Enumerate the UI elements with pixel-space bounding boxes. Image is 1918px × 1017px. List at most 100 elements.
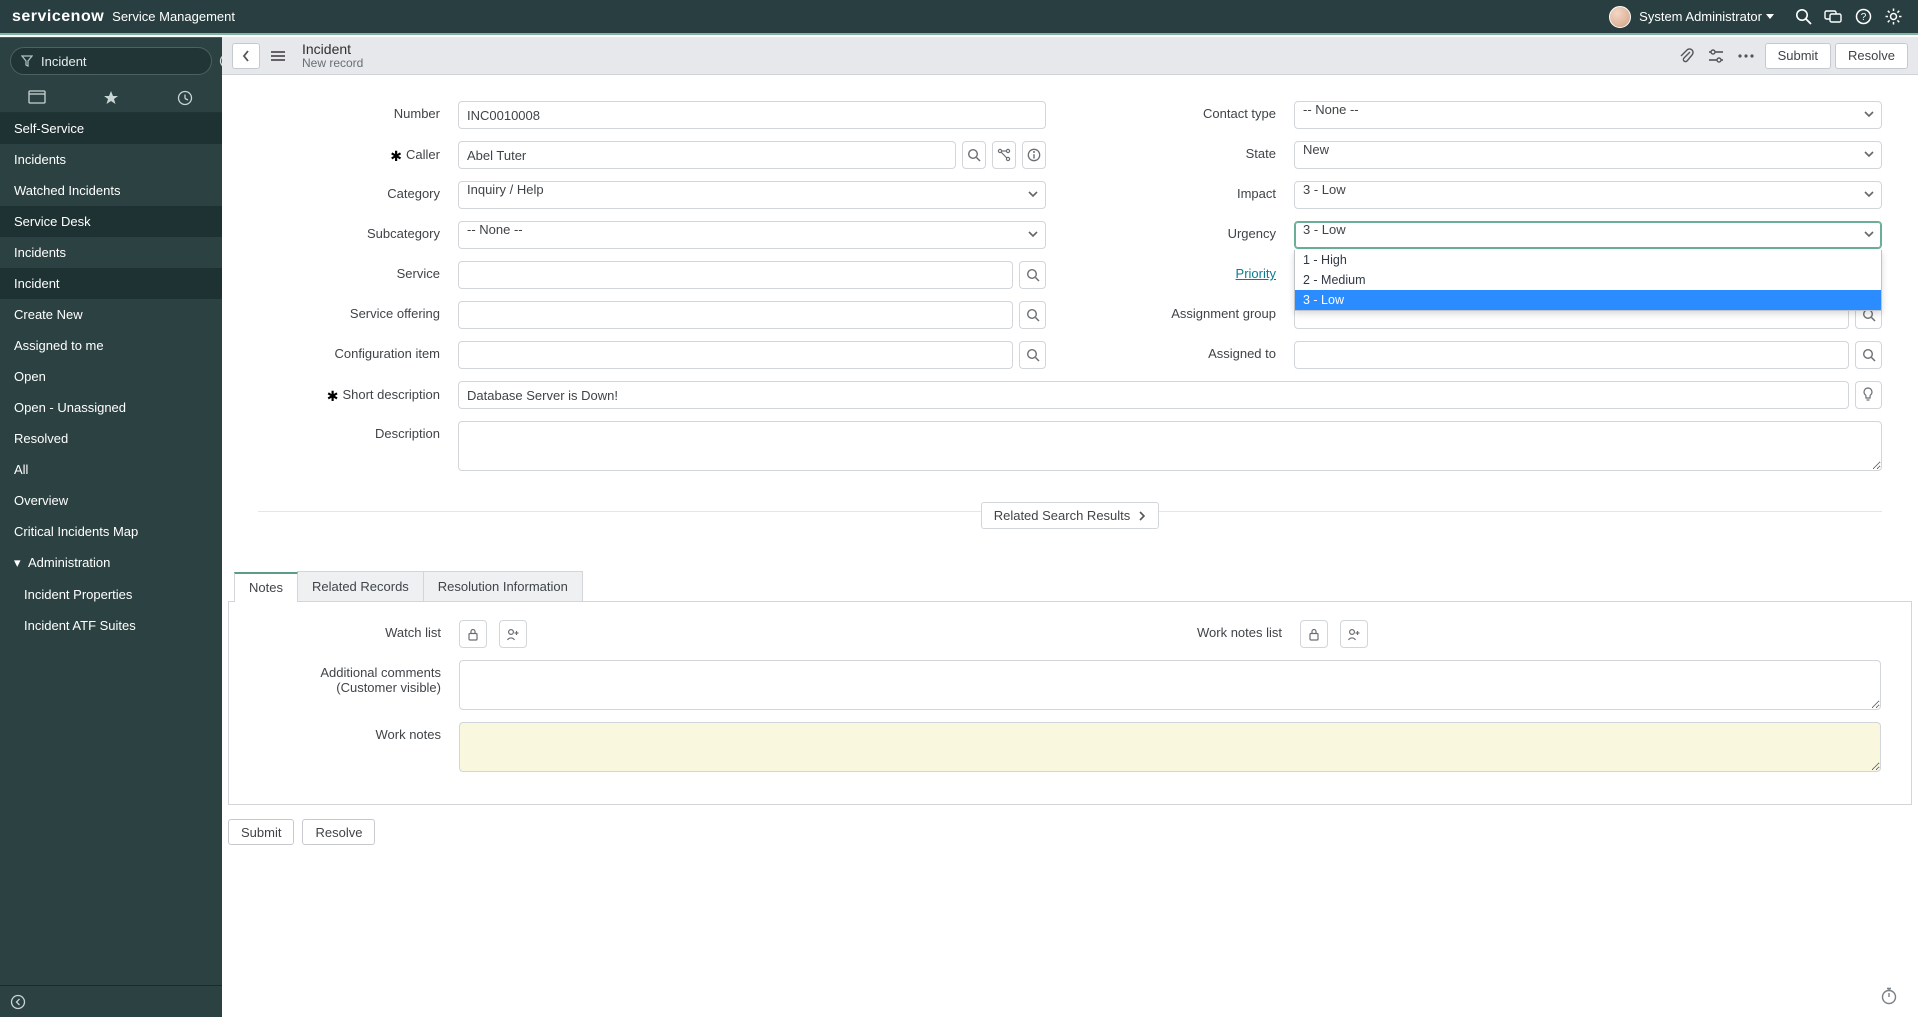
nav-item-create-new[interactable]: Create New [0, 299, 222, 330]
state-select[interactable]: New [1294, 141, 1882, 169]
description-field[interactable] [458, 421, 1882, 471]
label-short-description: ✱Short description [258, 381, 458, 403]
nav-filter[interactable] [10, 47, 212, 75]
watch-lock-button[interactable] [459, 620, 487, 648]
urgency-option-high[interactable]: 1 - High [1295, 250, 1881, 270]
service-lookup-button[interactable] [1019, 261, 1046, 289]
label-category: Category [258, 181, 458, 201]
funnel-icon [21, 55, 33, 67]
add-user-icon [1347, 628, 1361, 641]
label-number: Number [258, 101, 458, 121]
nav-section-incident[interactable]: Incident [0, 268, 222, 299]
related-search-toggle[interactable]: Related Search Results [981, 502, 1160, 529]
service-offering-lookup-button[interactable] [1019, 301, 1046, 329]
back-button[interactable] [232, 43, 260, 69]
nav-item-all[interactable]: All [0, 454, 222, 485]
nav-section-self-service[interactable]: Self-Service [0, 113, 222, 144]
resolve-button[interactable]: Resolve [302, 819, 375, 845]
assigned-to-field[interactable] [1294, 341, 1849, 369]
label-assigned-to: Assigned to [1094, 341, 1294, 361]
svg-text:?: ? [1860, 12, 1866, 23]
help-button[interactable]: ? [1848, 2, 1878, 32]
gear-icon [1885, 8, 1902, 25]
contact-type-select[interactable]: -- None -- [1294, 101, 1882, 129]
chat-button[interactable] [1818, 2, 1848, 32]
nav-item-critical-map[interactable]: Critical Incidents Map [0, 516, 222, 547]
header-resolve-button[interactable]: Resolve [1835, 43, 1908, 69]
top-banner: servicenow Service Management System Adm… [0, 0, 1918, 35]
label-watch-list: Watch list [259, 620, 459, 640]
caller-preview-button[interactable] [992, 141, 1016, 169]
nav-section-administration[interactable]: ▾Administration [0, 547, 222, 579]
nav-section-service-desk[interactable]: Service Desk [0, 206, 222, 237]
attachments-button[interactable] [1671, 43, 1701, 69]
nav-tab-history[interactable] [165, 90, 205, 106]
assigned-to-lookup-button[interactable] [1855, 341, 1882, 369]
add-user-icon [506, 628, 520, 641]
tab-body-notes: Watch list Work notes list Add [228, 602, 1912, 805]
nav-collapse[interactable] [0, 985, 222, 1017]
menu-icon [269, 49, 287, 63]
work-notes-field[interactable] [459, 722, 1881, 772]
service-field[interactable] [458, 261, 1013, 289]
caller-field[interactable] [458, 141, 956, 169]
settings-button[interactable] [1878, 2, 1908, 32]
submit-button[interactable]: Submit [228, 819, 294, 845]
nav-item-open[interactable]: Open [0, 361, 222, 392]
nav-item-incident-atf[interactable]: Incident ATF Suites [0, 610, 222, 641]
number-field[interactable] [458, 101, 1046, 129]
urgency-option-medium[interactable]: 2 - Medium [1295, 270, 1881, 290]
nav-tab-all[interactable] [17, 90, 57, 106]
nav-item-watched-incidents[interactable]: Watched Incidents [0, 175, 222, 206]
urgency-option-low[interactable]: 3 - Low [1295, 290, 1881, 310]
search-icon [1026, 348, 1040, 362]
user-name[interactable]: System Administrator [1639, 9, 1762, 24]
watch-add-me-button[interactable] [499, 620, 527, 648]
personalize-form-button[interactable] [1701, 43, 1731, 69]
help-icon: ? [1855, 8, 1872, 25]
additional-comments-field[interactable] [459, 660, 1881, 710]
global-search-button[interactable] [1788, 2, 1818, 32]
label-description: Description [258, 421, 458, 441]
left-nav: Self-Service Incidents Watched Incidents… [0, 37, 222, 1017]
worknotes-add-me-button[interactable] [1340, 620, 1368, 648]
tab-notes[interactable]: Notes [234, 572, 298, 602]
label-state: State [1094, 141, 1294, 161]
short-description-field[interactable] [458, 381, 1849, 409]
nav-item-incident-properties[interactable]: Incident Properties [0, 579, 222, 610]
tab-resolution-info[interactable]: Resolution Information [423, 571, 583, 601]
user-menu-caret[interactable] [1766, 14, 1774, 20]
urgency-select[interactable]: 3 - Low [1294, 221, 1882, 249]
more-options-button[interactable] [1731, 43, 1761, 69]
caller-lookup-button[interactable] [962, 141, 986, 169]
tabs-bar: Notes Related Records Resolution Informa… [228, 571, 1912, 602]
response-time-button[interactable] [1880, 987, 1898, 1005]
apps-icon [28, 90, 46, 104]
avatar[interactable] [1609, 6, 1631, 28]
label-priority[interactable]: Priority [1094, 261, 1294, 281]
nav-item-resolved[interactable]: Resolved [0, 423, 222, 454]
ci-lookup-button[interactable] [1019, 341, 1046, 369]
form-menu-button[interactable] [264, 43, 292, 69]
lock-icon [467, 628, 479, 641]
sliders-icon [1707, 48, 1725, 64]
nav-item-open-unassigned[interactable]: Open - Unassigned [0, 392, 222, 423]
nav-item-overview[interactable]: Overview [0, 485, 222, 516]
category-select[interactable]: Inquiry / Help [458, 181, 1046, 209]
main-content: Incident New record Submit Resolve Numbe… [222, 37, 1918, 1017]
chevron-left-icon [241, 49, 251, 63]
worknotes-lock-button[interactable] [1300, 620, 1328, 648]
nav-item-sd-incidents[interactable]: Incidents [0, 237, 222, 268]
tab-related-records[interactable]: Related Records [297, 571, 424, 601]
header-submit-button[interactable]: Submit [1765, 43, 1831, 69]
nav-filter-input[interactable] [39, 53, 219, 70]
impact-select[interactable]: 3 - Low [1294, 181, 1882, 209]
ci-field[interactable] [458, 341, 1013, 369]
service-offering-field[interactable] [458, 301, 1013, 329]
subcategory-select[interactable]: -- None -- [458, 221, 1046, 249]
caller-info-button[interactable] [1022, 141, 1046, 169]
nav-tab-favorites[interactable] [91, 90, 131, 106]
nav-item-incidents[interactable]: Incidents [0, 144, 222, 175]
suggestion-button[interactable] [1855, 381, 1882, 409]
nav-item-assigned-to-me[interactable]: Assigned to me [0, 330, 222, 361]
